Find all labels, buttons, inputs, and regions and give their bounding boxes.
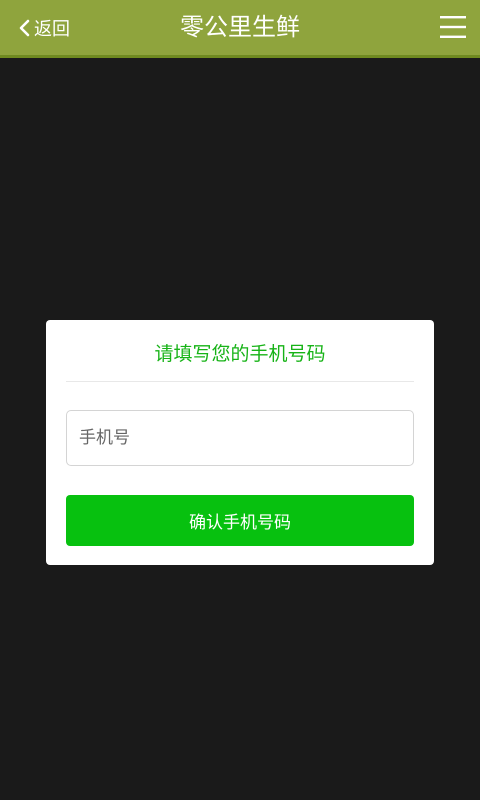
- hamburger-menu-icon: [440, 16, 466, 38]
- page-title: 零公里生鲜: [180, 13, 300, 41]
- dialog-divider: [66, 381, 414, 382]
- phone-input[interactable]: [66, 410, 414, 466]
- back-button[interactable]: 返回: [18, 0, 70, 55]
- confirm-phone-button[interactable]: 确认手机号码: [66, 495, 414, 546]
- menu-button[interactable]: [440, 14, 466, 40]
- chevron-left-icon: [19, 19, 30, 36]
- back-label: 返回: [34, 18, 70, 40]
- dialog-title: 请填写您的手机号码: [154, 343, 326, 365]
- top-bar: 返回 零公里生鲜: [0, 0, 480, 58]
- phone-dialog: 请填写您的手机号码 确认手机号码: [46, 320, 434, 565]
